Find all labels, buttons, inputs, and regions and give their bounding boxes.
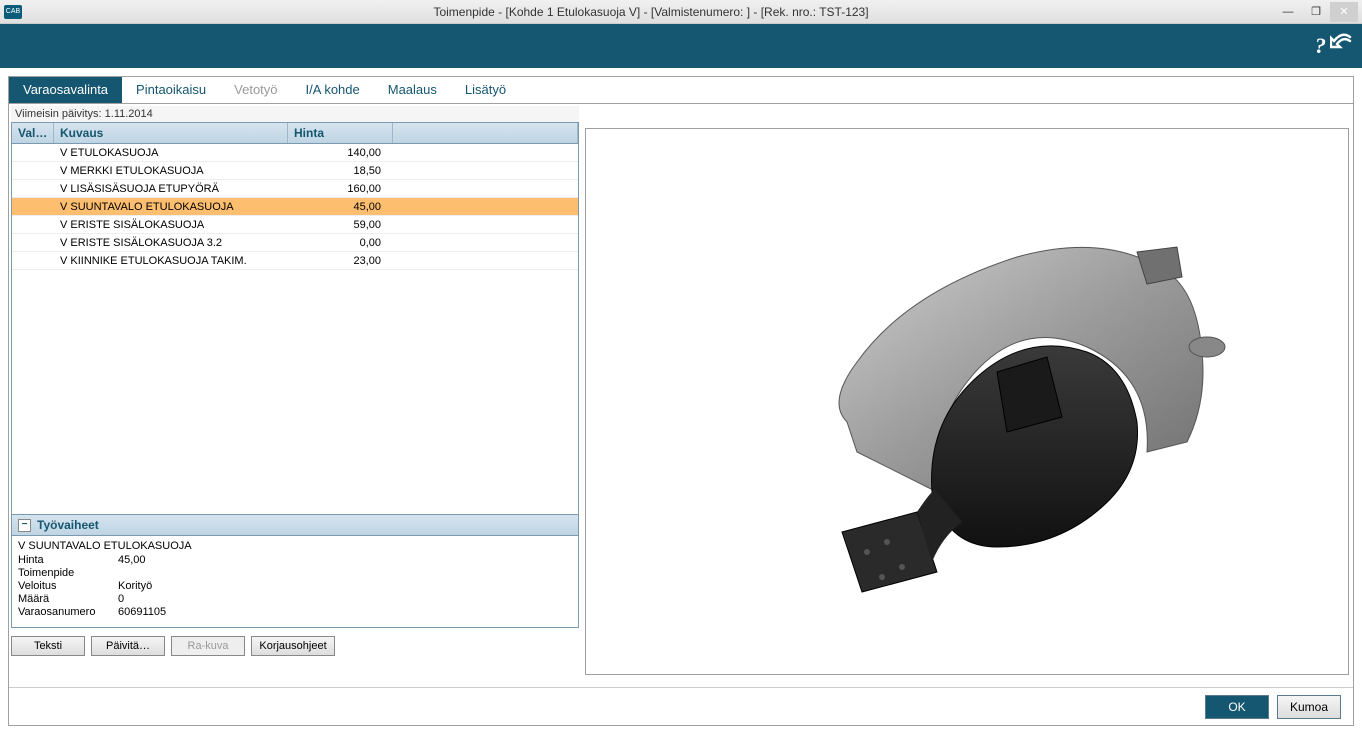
table-row[interactable]: V LISÄSISÄSUOJA ETUPYÖRÄ160,00 xyxy=(12,180,578,198)
tab-pintaoikaisu[interactable]: Pintaoikaisu xyxy=(122,77,220,103)
cell-desc: V ERISTE SISÄLOKASUOJA xyxy=(54,218,288,232)
cell-spacer xyxy=(393,170,578,172)
col-price[interactable]: Hinta xyxy=(288,123,393,143)
details-header[interactable]: − Työvaiheet xyxy=(11,515,579,536)
parts-grid: Val… Kuvaus Hinta V ETULOKASUOJA140,00V … xyxy=(11,122,579,515)
cell-price: 59,00 xyxy=(288,218,393,232)
table-row[interactable]: V ERISTE SISÄLOKASUOJA 3.20,00 xyxy=(12,234,578,252)
cell-val xyxy=(12,188,54,190)
detail-line: Määrä0 xyxy=(18,593,572,605)
cancel-button[interactable]: Kumoa xyxy=(1277,695,1341,719)
detail-value: Korityö xyxy=(118,580,152,592)
col-desc[interactable]: Kuvaus xyxy=(54,123,288,143)
rakuva-button: Ra-kuva xyxy=(171,636,245,656)
main-panel: VaraosavalintaPintaoikaisuVetotyöI/A koh… xyxy=(8,76,1354,726)
cell-spacer xyxy=(393,260,578,262)
cell-val xyxy=(12,206,54,208)
fender-illustration xyxy=(707,192,1227,612)
tab-varaosavalinta[interactable]: Varaosavalinta xyxy=(9,77,122,103)
last-update-label: Viimeisin päivitys: 1.11.2014 xyxy=(11,106,579,122)
cell-spacer xyxy=(393,188,578,190)
cell-val xyxy=(12,260,54,262)
detail-line: Toimenpide xyxy=(18,567,572,579)
cell-spacer xyxy=(393,242,578,244)
title-bar: CAB Toimenpide - [Kohde 1 Etulokasuoja V… xyxy=(0,0,1362,24)
tab-i/a kohde[interactable]: I/A kohde xyxy=(292,77,374,103)
undo-icon[interactable] xyxy=(1330,33,1354,59)
help-icon[interactable]: ? xyxy=(1315,33,1326,59)
details-body: V SUUNTAVALO ETULOKASUOJA Hinta45,00Toim… xyxy=(11,536,579,628)
cell-spacer xyxy=(393,152,578,154)
cell-price: 0,00 xyxy=(288,236,393,250)
cell-price: 45,00 xyxy=(288,200,393,214)
close-button[interactable]: ✕ xyxy=(1330,2,1358,22)
detail-label: Hinta xyxy=(18,554,118,566)
details-title: V SUUNTAVALO ETULOKASUOJA xyxy=(18,540,572,552)
detail-label: Varaosanumero xyxy=(18,606,118,618)
cell-price: 23,00 xyxy=(288,254,393,268)
detail-value: 45,00 xyxy=(118,554,146,566)
window-title: Toimenpide - [Kohde 1 Etulokasuoja V] - … xyxy=(28,5,1274,19)
cell-price: 160,00 xyxy=(288,182,393,196)
detail-line: Hinta45,00 xyxy=(18,554,572,566)
cell-desc: V KIINNIKE ETULOKASUOJA TAKIM. xyxy=(54,254,288,268)
cell-desc: V SUUNTAVALO ETULOKASUOJA xyxy=(54,200,288,214)
tab-lisätyö[interactable]: Lisätyö xyxy=(451,77,520,103)
table-row[interactable]: V ERISTE SISÄLOKASUOJA59,00 xyxy=(12,216,578,234)
paivita-button[interactable]: Päivitä… xyxy=(91,636,165,656)
cell-price: 18,50 xyxy=(288,164,393,178)
cell-desc: V ETULOKASUOJA xyxy=(54,146,288,160)
dialog-footer: OK Kumoa xyxy=(9,687,1353,725)
cell-spacer xyxy=(393,224,578,226)
cell-desc: V ERISTE SISÄLOKASUOJA 3.2 xyxy=(54,236,288,250)
ribbon-bar: ? xyxy=(0,24,1362,68)
table-row[interactable]: V ETULOKASUOJA140,00 xyxy=(12,144,578,162)
cell-val xyxy=(12,242,54,244)
grid-header: Val… Kuvaus Hinta xyxy=(12,123,578,144)
cell-desc: V LISÄSISÄSUOJA ETUPYÖRÄ xyxy=(54,182,288,196)
tab-row: VaraosavalintaPintaoikaisuVetotyöI/A koh… xyxy=(9,77,1353,104)
ok-button[interactable]: OK xyxy=(1205,695,1269,719)
col-val[interactable]: Val… xyxy=(12,123,54,143)
details-header-label: Työvaiheet xyxy=(37,518,99,532)
cell-spacer xyxy=(393,206,578,208)
tab-vetotyö: Vetotyö xyxy=(220,77,291,103)
detail-label: Toimenpide xyxy=(18,567,118,579)
minimize-button[interactable]: — xyxy=(1274,2,1302,22)
detail-line: Varaosanumero60691105 xyxy=(18,606,572,618)
maximize-button[interactable]: ❐ xyxy=(1302,2,1330,22)
cell-val xyxy=(12,152,54,154)
detail-line: VeloitusKorityö xyxy=(18,580,572,592)
detail-label: Määrä xyxy=(18,593,118,605)
table-row[interactable]: V SUUNTAVALO ETULOKASUOJA45,00 xyxy=(12,198,578,216)
tab-maalaus[interactable]: Maalaus xyxy=(374,77,451,103)
korjausohjeet-button[interactable]: Korjausohjeet xyxy=(251,636,335,656)
part-image-viewer[interactable] xyxy=(585,128,1349,675)
app-icon: CAB xyxy=(4,5,22,19)
collapse-icon[interactable]: − xyxy=(18,519,31,532)
cell-price: 140,00 xyxy=(288,146,393,160)
grid-body: V ETULOKASUOJA140,00V MERKKI ETULOKASUOJ… xyxy=(12,144,578,514)
col-spacer xyxy=(393,123,578,143)
cell-val xyxy=(12,170,54,172)
table-row[interactable]: V KIINNIKE ETULOKASUOJA TAKIM.23,00 xyxy=(12,252,578,270)
cell-val xyxy=(12,224,54,226)
detail-value: 0 xyxy=(118,593,124,605)
table-row[interactable]: V MERKKI ETULOKASUOJA18,50 xyxy=(12,162,578,180)
detail-label: Veloitus xyxy=(18,580,118,592)
cell-desc: V MERKKI ETULOKASUOJA xyxy=(54,164,288,178)
teksti-button[interactable]: Teksti xyxy=(11,636,85,656)
detail-value: 60691105 xyxy=(118,606,166,618)
